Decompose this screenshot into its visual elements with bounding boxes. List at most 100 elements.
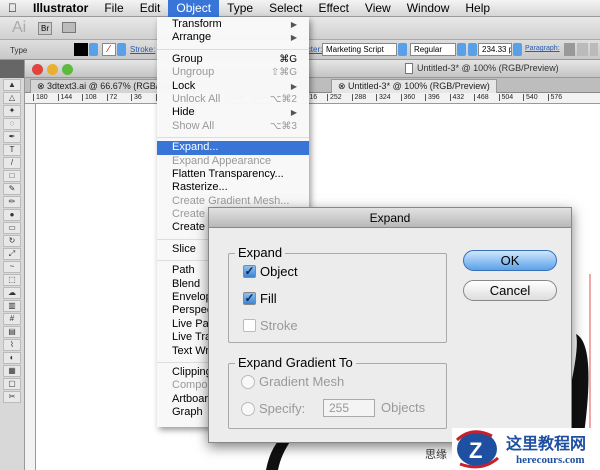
scale-tool-icon[interactable]: ⤢ <box>3 248 21 260</box>
menu-bar:  Illustrator File Edit Object Type Sele… <box>0 0 600 17</box>
menu-item-lock[interactable]: Lock ▶ <box>157 80 309 93</box>
arrange-documents-icon[interactable] <box>62 22 76 33</box>
checkmark-icon: ✓ <box>243 291 256 305</box>
tools-panel-header[interactable] <box>0 60 24 78</box>
menu-item-label: Lock <box>172 79 196 92</box>
objects-label: Objects <box>381 400 426 415</box>
fill-swatch[interactable] <box>74 43 88 56</box>
eraser-tool-icon[interactable]: ▭ <box>3 222 21 234</box>
specify-radio[interactable]: Specify: <box>241 401 305 416</box>
rotate-tool-icon[interactable]: ↻ <box>3 235 21 247</box>
menu-separator <box>157 133 309 141</box>
menu-item-label: Graph <box>172 406 203 419</box>
paintbrush-tool-icon[interactable]: ✎ <box>3 183 21 195</box>
direct-selection-tool-icon[interactable]: △ <box>3 92 21 104</box>
stroke-dropdown[interactable] <box>117 43 126 56</box>
horizontal-ruler[interactable]: 1801441087236036721081441802162522883243… <box>25 93 600 104</box>
menu-item-expand[interactable]: Expand... <box>157 141 309 155</box>
vertical-ruler[interactable] <box>25 104 36 470</box>
menu-item-label: Expand... <box>172 141 219 154</box>
ok-button[interactable]: OK <box>463 250 557 271</box>
dialog-title: Expand <box>209 208 571 228</box>
ruler-tick-label: 144 <box>57 94 72 101</box>
apple-icon[interactable]:  <box>0 0 25 17</box>
gradient-tool-icon[interactable]: ▤ <box>3 326 21 338</box>
shortcut-label: ⌥⌘2 <box>269 93 297 105</box>
menu-select[interactable]: Select <box>261 0 310 17</box>
object-label: Object <box>260 264 298 279</box>
warp-tool-icon[interactable]: ~ <box>3 261 21 273</box>
font-style-select[interactable]: Regular <box>410 43 456 56</box>
menu-type[interactable]: Type <box>219 0 261 17</box>
blob-brush-tool-icon[interactable]: ● <box>3 209 21 221</box>
ruler-tick-label: 396 <box>425 94 440 101</box>
gradient-mesh-radio[interactable]: Gradient Mesh <box>241 374 344 389</box>
menu-item-hide[interactable]: Hide ▶ <box>157 106 309 119</box>
magic-wand-tool-icon[interactable]: ✦ <box>3 105 21 117</box>
font-style-dropdown[interactable] <box>457 43 466 56</box>
font-size-input[interactable]: 234.33 pt <box>478 43 512 56</box>
menu-item-unlock-all[interactable]: Unlock All ⌥⌘2 <box>157 93 309 106</box>
pen-tool-icon[interactable]: ✒ <box>3 131 21 143</box>
symbol-sprayer-tool-icon[interactable]: ☁ <box>3 287 21 299</box>
ruler-tick-label: 540 <box>523 94 538 101</box>
menu-window[interactable]: Window <box>399 0 458 17</box>
selection-tool-icon[interactable]: ▲ <box>3 79 21 91</box>
zoom-window-button[interactable] <box>62 64 73 75</box>
stroke-checkbox[interactable]: Stroke <box>243 318 298 333</box>
menu-effect[interactable]: Effect <box>310 0 356 17</box>
fill-checkbox[interactable]: ✓ Fill <box>243 291 277 306</box>
blend-tool-icon[interactable]: ◐ <box>3 352 21 364</box>
fill-dropdown[interactable] <box>89 43 98 56</box>
menu-view[interactable]: View <box>357 0 399 17</box>
menu-item-transform[interactable]: Transform ▶ <box>157 18 309 31</box>
menu-item-show-all[interactable]: Show All ⌥⌘3 <box>157 120 309 133</box>
bridge-button[interactable]: Br <box>38 22 52 35</box>
menu-item-expand-appearance[interactable]: Expand Appearance <box>157 155 309 168</box>
rectangle-tool-icon[interactable]: □ <box>3 170 21 182</box>
font-family-dropdown[interactable] <box>398 43 407 56</box>
font-size-dropdown[interactable] <box>513 43 522 56</box>
eyedropper-tool-icon[interactable]: ⌇ <box>3 339 21 351</box>
cancel-button[interactable]: Cancel <box>463 280 557 301</box>
line-tool-icon[interactable]: / <box>3 157 21 169</box>
tab-label: Untitled-3* @ 100% (RGB/Preview) <box>348 81 490 91</box>
lasso-tool-icon[interactable]: ◌ <box>3 118 21 130</box>
submenu-arrow-icon: ▶ <box>290 33 297 43</box>
stroke-swatch-none-icon[interactable]: ⁄ <box>102 43 116 56</box>
menu-help[interactable]: Help <box>457 0 498 17</box>
align-center-icon[interactable] <box>577 43 588 56</box>
type-label: Type <box>10 46 28 55</box>
tab-untitled-3[interactable]: ⊗ Untitled-3* @ 100% (RGB/Preview) <box>331 79 497 93</box>
graph-tool-icon[interactable]: ▥ <box>3 300 21 312</box>
menu-edit[interactable]: Edit <box>132 0 169 17</box>
font-size-stepper[interactable] <box>468 43 477 56</box>
menu-app[interactable]: Illustrator <box>25 0 96 17</box>
stroke-label: Stroke <box>260 318 298 333</box>
font-family-select[interactable]: Marketing Script <box>322 43 397 56</box>
free-transform-tool-icon[interactable]: ⬚ <box>3 274 21 286</box>
pencil-tool-icon[interactable]: ✏ <box>3 196 21 208</box>
object-checkbox[interactable]: ✓ Object <box>243 264 298 279</box>
menu-item-group[interactable]: Group ⌘G <box>157 53 309 66</box>
menu-item-ungroup[interactable]: Ungroup ⇧⌘G <box>157 66 309 79</box>
mesh-tool-icon[interactable]: # <box>3 313 21 325</box>
artboard-tool-icon[interactable]: ▢ <box>3 378 21 390</box>
specify-objects-input[interactable]: 255 <box>323 399 375 417</box>
stroke-link[interactable]: Stroke: <box>130 45 155 54</box>
menu-item-flatten-transparency[interactable]: Flatten Transparency... <box>157 168 309 181</box>
menu-item-rasterize[interactable]: Rasterize... <box>157 181 309 194</box>
radio-circle <box>241 374 255 389</box>
close-window-button[interactable] <box>32 64 43 75</box>
type-tool-icon[interactable]: T <box>3 144 21 156</box>
menu-object[interactable]: Object <box>168 0 220 17</box>
slice-tool-icon[interactable]: ✂ <box>3 391 21 403</box>
minimize-window-button[interactable] <box>47 64 58 75</box>
live-paint-tool-icon[interactable]: ▦ <box>3 365 21 377</box>
paragraph-link[interactable]: Paragraph: <box>525 45 560 52</box>
align-right-icon[interactable] <box>590 43 598 56</box>
menu-item-arrange[interactable]: Arrange ▶ <box>157 31 309 44</box>
watermark-cn: 这里教程网 <box>506 434 587 453</box>
align-left-icon[interactable] <box>564 43 575 56</box>
menu-file[interactable]: File <box>96 0 131 17</box>
